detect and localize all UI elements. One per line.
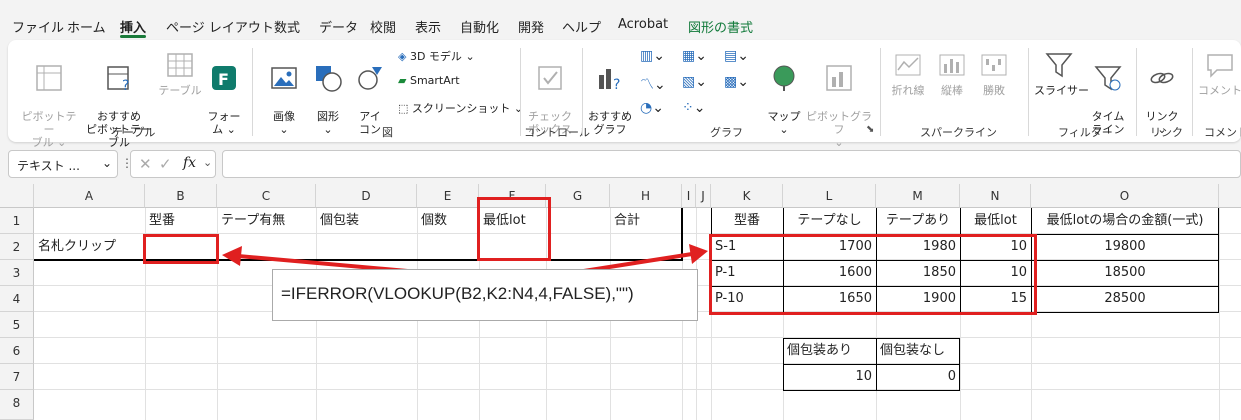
arrowhead-right [689, 244, 708, 264]
formula-callout: =IFERROR(VLOOKUP(B2,K2:N4,4,FALSE),"") [272, 269, 698, 321]
annotation-arrows [222, 244, 708, 283]
arrowhead-left [222, 246, 242, 266]
